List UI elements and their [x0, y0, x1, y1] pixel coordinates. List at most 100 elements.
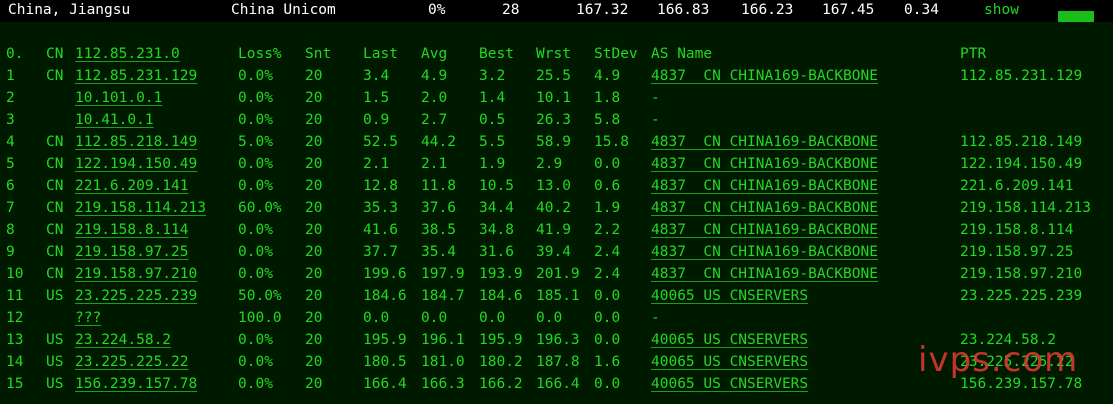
summary-last: 167.32	[576, 2, 629, 18]
hop-last: 3.4	[363, 68, 390, 84]
hop-best: 1.9	[479, 156, 506, 172]
hop-worst: 185.1	[536, 288, 580, 304]
hop-as-link[interactable]: 40065 US CNSERVERS	[651, 373, 808, 395]
hop-host-link[interactable]: 23.225.225.22	[75, 351, 189, 373]
hop-worst: 41.9	[536, 222, 571, 238]
hop-loss: 0.0%	[238, 244, 273, 260]
hop-last: 199.6	[363, 266, 407, 282]
hop-country: CN	[46, 134, 64, 150]
hop-stdev: 2.4	[594, 266, 621, 282]
hop-last: 12.8	[363, 178, 398, 194]
hop-as-link[interactable]: 40065 US CNSERVERS	[651, 329, 808, 351]
hop-host-link[interactable]: 219.158.114.213	[75, 197, 206, 219]
hop-as-link[interactable]: 4837 CN CHINA169-BACKBONE	[651, 263, 878, 285]
hop-ptr: 112.85.218.149	[960, 134, 1083, 150]
hop-sent: 20	[305, 288, 323, 304]
hop-as-link[interactable]: 4837 CN CHINA169-BACKBONE	[651, 175, 878, 197]
hop-loss: 0.0%	[238, 332, 273, 348]
hop-country: CN	[46, 244, 64, 260]
table-row: 12??? 100.0 20 0.0 0.0 0.0 0.0 0.0 -	[0, 307, 1113, 329]
hop-as-link[interactable]: 40065 US CNSERVERS	[651, 351, 808, 373]
hop-best: 184.6	[479, 288, 523, 304]
hop-index: 9	[6, 244, 15, 260]
hop-index: 15	[6, 376, 24, 392]
hop-host-link[interactable]: 122.194.150.49	[75, 153, 197, 175]
hop-stdev: 1.6	[594, 354, 621, 370]
hop-best: 34.8	[479, 222, 514, 238]
table-row: 3 10.41.0.1 0.0% 20 0.9 2.7 0.5 26.3 5.8 -	[0, 109, 1113, 131]
header-loss: Loss%	[238, 46, 282, 62]
hop-last: 180.5	[363, 354, 407, 370]
hop-host-link[interactable]: 219.158.8.114	[75, 219, 189, 241]
hop-avg: 44.2	[421, 134, 456, 150]
hop-avg: 4.9	[421, 68, 448, 84]
hop-worst: 2.9	[536, 156, 563, 172]
hop-last: 0.0	[363, 310, 390, 326]
hop-as-link[interactable]: 4837 CN CHINA169-BACKBONE	[651, 241, 878, 263]
show-toggle-link[interactable]: show	[984, 2, 1019, 18]
hop-best: 5.5	[479, 134, 506, 150]
hop-host-link[interactable]: 23.225.225.239	[75, 285, 197, 307]
header-host[interactable]: 112.85.231.0	[75, 43, 180, 65]
hop-as-link[interactable]: 4837 CN CHINA169-BACKBONE	[651, 219, 878, 241]
header-snt: Snt	[305, 46, 332, 62]
hop-worst: 0.0	[536, 310, 563, 326]
hop-stdev: 0.0	[594, 332, 621, 348]
hop-best: 180.2	[479, 354, 523, 370]
hop-host-link[interactable]: 23.224.58.2	[75, 329, 171, 351]
hop-worst: 10.1	[536, 90, 571, 106]
hop-sent: 20	[305, 244, 323, 260]
hop-stdev: 5.8	[594, 112, 621, 128]
hop-best: 3.2	[479, 68, 506, 84]
hop-avg: 11.8	[421, 178, 456, 194]
hop-as-link[interactable]: 4837 CN CHINA169-BACKBONE	[651, 131, 878, 153]
hop-as-link[interactable]: 4837 CN CHINA169-BACKBONE	[651, 65, 878, 87]
hop-avg: 196.1	[421, 332, 465, 348]
hop-index: 14	[6, 354, 24, 370]
hop-worst: 58.9	[536, 134, 571, 150]
hop-as-link[interactable]: 40065 US CNSERVERS	[651, 285, 808, 307]
hop-country: CN	[46, 200, 64, 216]
table-header: 0. CN 112.85.231.0 Loss% Snt Last Avg Be…	[0, 43, 1113, 65]
hop-as-link[interactable]: 4837 CN CHINA169-BACKBONE	[651, 153, 878, 175]
hop-best: 31.6	[479, 244, 514, 260]
hop-worst: 39.4	[536, 244, 571, 260]
hop-host-link[interactable]: 221.6.209.141	[75, 175, 189, 197]
hop-ptr: 112.85.231.129	[960, 68, 1083, 84]
hop-last: 35.3	[363, 200, 398, 216]
hop-host-link[interactable]: 10.41.0.1	[75, 109, 154, 131]
hop-sent: 20	[305, 68, 323, 84]
hop-sent: 20	[305, 376, 323, 392]
hop-host-link[interactable]: 219.158.97.210	[75, 263, 197, 285]
hop-host-link[interactable]: 156.239.157.78	[75, 373, 197, 395]
hop-index: 4	[6, 134, 15, 150]
hop-as-link: -	[651, 112, 660, 128]
hop-stdev: 0.0	[594, 310, 621, 326]
hop-best: 1.4	[479, 90, 506, 106]
hop-best: 193.9	[479, 266, 523, 282]
hop-index: 1	[6, 68, 15, 84]
hop-country: US	[46, 288, 64, 304]
header-best: Best	[479, 46, 514, 62]
table-row: 4 CN 112.85.218.149 5.0% 20 52.5 44.2 5.5 58.9 15…	[0, 131, 1113, 153]
hop-avg: 2.7	[421, 112, 448, 128]
hop-worst: 196.3	[536, 332, 580, 348]
hop-avg: 181.0	[421, 354, 465, 370]
hop-sent: 20	[305, 332, 323, 348]
hop-stdev: 2.2	[594, 222, 621, 238]
header-idx: 0.	[6, 46, 24, 62]
header-as-name: AS Name	[651, 46, 713, 62]
hop-host-link[interactable]: 112.85.218.149	[75, 131, 197, 153]
hop-host-link[interactable]: ???	[75, 307, 101, 329]
hop-last: 184.6	[363, 288, 407, 304]
hop-host-link[interactable]: 112.85.231.129	[75, 65, 197, 87]
summary-isp: China Unicom	[231, 2, 336, 18]
hop-as-link[interactable]: 4837 CN CHINA169-BACKBONE	[651, 197, 878, 219]
hop-host-link[interactable]: 10.101.0.1	[75, 87, 162, 109]
hop-loss: 5.0%	[238, 134, 273, 150]
watermark-logo: ivps.com	[918, 340, 1079, 380]
hop-loss: 50.0%	[238, 288, 282, 304]
hop-host-link[interactable]: 219.158.97.25	[75, 241, 189, 263]
hop-stdev: 15.8	[594, 134, 629, 150]
header-wrst: Wrst	[536, 46, 571, 62]
